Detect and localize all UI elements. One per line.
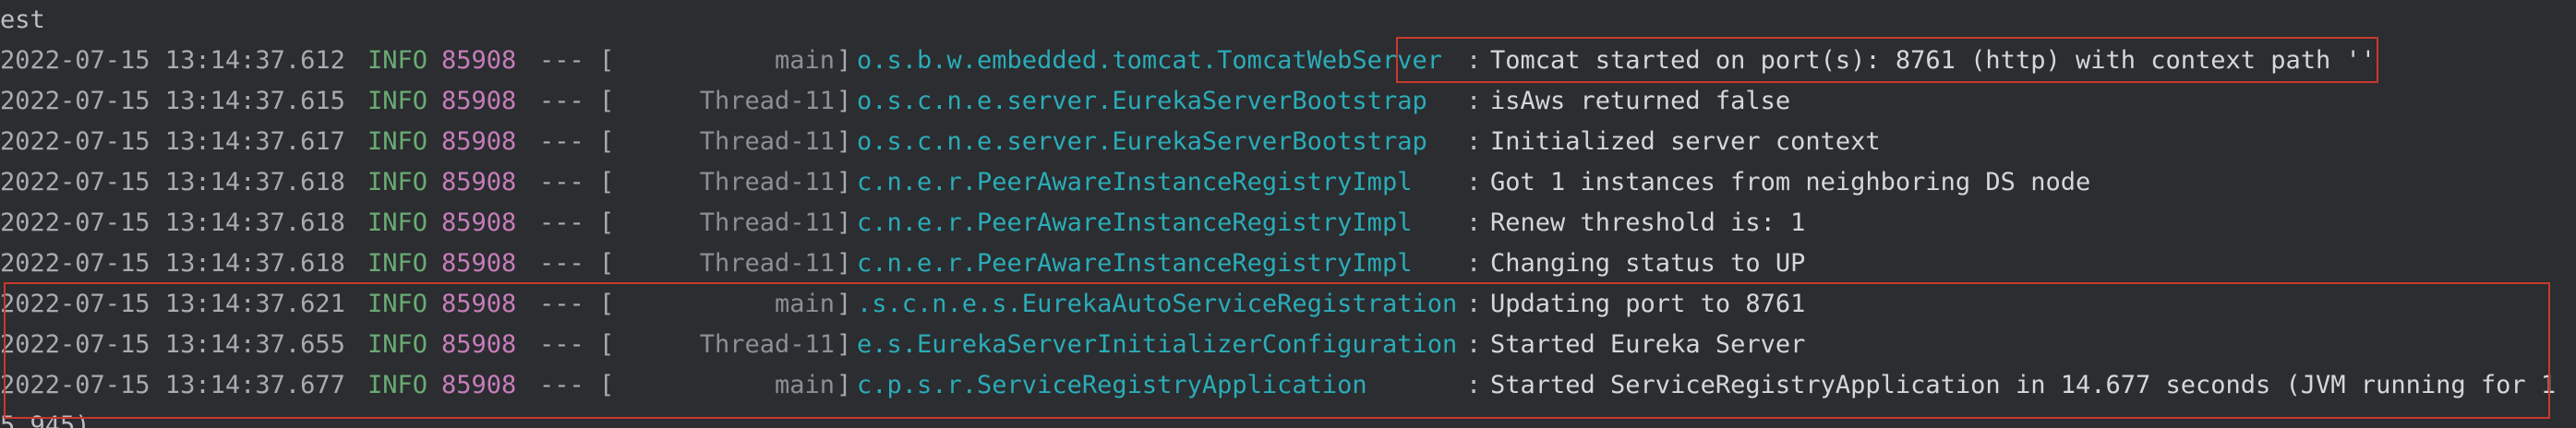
log-message: Updating port to 8761 (1490, 290, 1806, 318)
log-logger-link[interactable]: c.n.e.r.PeerAwareInstanceRegistryImpl (857, 203, 1412, 244)
log-message: Initialized server context (1490, 127, 1881, 156)
log-pid: 85908 (441, 290, 517, 318)
log-colon: : (1466, 208, 1482, 237)
log-message: Renew threshold is: 1 (1490, 208, 1806, 237)
log-line: 2022-07-15 13:14:37.612 INFO 85908 --- [… (0, 41, 2376, 81)
log-thread: Thread-11 (699, 330, 835, 359)
log-pid: 85908 (441, 168, 517, 196)
log-colon: : (1466, 290, 1482, 318)
log-timestamp: 2022-07-15 13:14:37.618 (0, 249, 345, 278)
log-bracket: ] (837, 249, 852, 278)
console-output[interactable]: est 2022-07-15 13:14:37.612 INFO 85908 -… (0, 0, 2576, 428)
log-pid: 85908 (441, 371, 517, 399)
log-colon: : (1466, 330, 1482, 359)
log-line: 2022-07-15 13:14:37.618 INFO 85908 --- [… (0, 203, 1805, 244)
log-line: 2022-07-15 13:14:37.617 INFO 85908 --- [… (0, 122, 1881, 162)
log-pid: 85908 (441, 249, 517, 278)
log-colon: : (1466, 127, 1482, 156)
log-thread: Thread-11 (699, 249, 835, 278)
log-bracket: ] (837, 127, 852, 156)
log-message: isAws returned false (1490, 87, 1791, 115)
log-timestamp: 2022-07-15 13:14:37.655 (0, 330, 345, 359)
log-logger-link[interactable]: c.n.e.r.PeerAwareInstanceRegistryImpl (857, 162, 1412, 203)
log-bracket: ] (837, 87, 852, 115)
log-colon: : (1466, 87, 1482, 115)
log-bracket: ] (837, 290, 852, 318)
log-line: 2022-07-15 13:14:37.618 INFO 85908 --- [… (0, 244, 1805, 284)
log-pid: 85908 (441, 87, 517, 115)
log-timestamp: 2022-07-15 13:14:37.621 (0, 290, 345, 318)
log-pid: 85908 (441, 127, 517, 156)
log-line: 2022-07-15 13:14:37.615 INFO 85908 --- [… (0, 81, 1790, 122)
log-timestamp: 2022-07-15 13:14:37.618 (0, 208, 345, 237)
fragment-text: 5.945) (0, 411, 90, 428)
log-level: INFO (367, 46, 428, 75)
log-level: INFO (367, 249, 428, 278)
log-level: INFO (367, 208, 428, 237)
log-logger-link[interactable]: c.p.s.r.ServiceRegistryApplication (857, 365, 1367, 406)
log-message: Changing status to UP (1490, 249, 1806, 278)
log-level: INFO (367, 87, 428, 115)
log-bracket: ] (837, 371, 852, 399)
log-bracket: ] (837, 208, 852, 237)
log-line: 2022-07-15 13:14:37.655 INFO 85908 --- [… (0, 325, 1805, 365)
log-colon: : (1466, 168, 1482, 196)
console-text-fragment-bottom: 5.945) (0, 406, 90, 428)
log-thread: Thread-11 (699, 208, 835, 237)
log-pid: 85908 (441, 46, 517, 75)
log-level: INFO (367, 290, 428, 318)
log-level: INFO (367, 330, 428, 359)
log-thread: main (774, 46, 835, 75)
log-logger-link[interactable]: o.s.b.w.embedded.tomcat.TomcatWebServer (857, 41, 1442, 81)
log-message: Got 1 instances from neighboring DS node (1490, 168, 2091, 196)
log-logger-link[interactable]: e.s.EurekaServerInitializerConfiguration (857, 325, 1457, 365)
log-line: 2022-07-15 13:14:37.677 INFO 85908 --- [… (0, 365, 2556, 406)
fragment-text: est (0, 6, 45, 34)
log-message: Started Eureka Server (1490, 330, 1806, 359)
log-bracket: ] (837, 168, 852, 196)
log-level: INFO (367, 127, 428, 156)
log-colon: : (1466, 371, 1482, 399)
log-level: INFO (367, 168, 428, 196)
log-thread: Thread-11 (699, 168, 835, 196)
log-timestamp: 2022-07-15 13:14:37.677 (0, 371, 345, 399)
log-colon: : (1466, 249, 1482, 278)
log-line: 2022-07-15 13:14:37.621 INFO 85908 --- [… (0, 284, 1805, 325)
log-message: Tomcat started on port(s): 8761 (http) w… (1490, 46, 2377, 75)
log-timestamp: 2022-07-15 13:14:37.615 (0, 87, 345, 115)
log-bracket: ] (837, 46, 852, 75)
log-logger-link[interactable]: o.s.c.n.e.server.EurekaServerBootstrap (857, 81, 1427, 122)
log-pid: 85908 (441, 208, 517, 237)
log-thread: main (774, 290, 835, 318)
log-thread: Thread-11 (699, 87, 835, 115)
log-bracket: ] (837, 330, 852, 359)
log-thread: main (774, 371, 835, 399)
log-level: INFO (367, 371, 428, 399)
log-logger-link[interactable]: c.n.e.r.PeerAwareInstanceRegistryImpl (857, 244, 1412, 284)
log-pid: 85908 (441, 330, 517, 359)
log-colon: : (1466, 46, 1482, 75)
log-timestamp: 2022-07-15 13:14:37.618 (0, 168, 345, 196)
log-logger-link[interactable]: o.s.c.n.e.server.EurekaServerBootstrap (857, 122, 1427, 162)
log-message: Started ServiceRegistryApplication in 14… (1490, 371, 2557, 399)
console-text-fragment-top: est (0, 0, 60, 41)
log-timestamp: 2022-07-15 13:14:37.617 (0, 127, 345, 156)
log-thread: Thread-11 (699, 127, 835, 156)
log-logger-link[interactable]: .s.c.n.e.s.EurekaAutoServiceRegistration (857, 284, 1457, 325)
log-line: 2022-07-15 13:14:37.618 INFO 85908 --- [… (0, 162, 2090, 203)
log-timestamp: 2022-07-15 13:14:37.612 (0, 46, 345, 75)
